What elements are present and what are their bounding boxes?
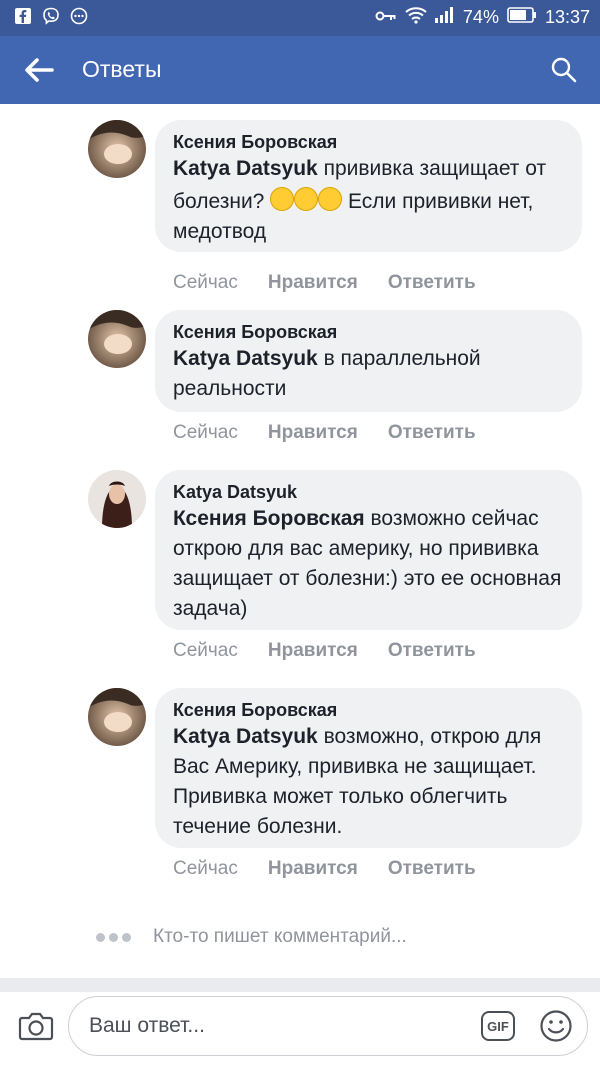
- reply-composer: Ваш ответ... GIF: [0, 992, 600, 1066]
- camera-icon[interactable]: [18, 1010, 54, 1042]
- comment-actions: Сейчас Нравится Ответить: [173, 640, 476, 662]
- comment-text: Ксения Боровская возможно сейчас открою …: [173, 504, 564, 624]
- avatar[interactable]: [88, 120, 146, 178]
- comment-text: Katya Datsyuk прививка защищает от болез…: [173, 154, 564, 247]
- avatar[interactable]: [88, 688, 146, 746]
- like-button[interactable]: Нравится: [268, 272, 358, 294]
- app-bar: Ответы: [0, 36, 600, 104]
- viber-notification-icon: [42, 7, 60, 25]
- typing-indicator: Кто-то пишет комментарий...: [96, 926, 407, 948]
- laughing-tears-emoji-icon: [318, 187, 343, 211]
- mention-link[interactable]: Katya Datsyuk: [173, 157, 318, 180]
- avatar[interactable]: [88, 310, 146, 368]
- comment-timestamp: Сейчас: [173, 858, 238, 879]
- like-button[interactable]: Нравится: [268, 640, 358, 662]
- comment-bubble: Ксения Боровская Katya Datsyuk возможно,…: [155, 688, 582, 848]
- comment-bubble: Ксения Боровская Katya Datsyuk в паралле…: [155, 310, 582, 412]
- mention-link[interactable]: Katya Datsyuk: [173, 725, 318, 748]
- key-icon: [375, 7, 397, 28]
- facebook-notification-icon: [14, 7, 32, 25]
- search-icon[interactable]: [550, 56, 578, 84]
- laughing-tears-emoji-icon: [270, 187, 295, 211]
- reply-button[interactable]: Ответить: [388, 858, 476, 880]
- wifi-icon: [405, 6, 427, 29]
- smiley-icon[interactable]: [539, 1009, 573, 1043]
- page-title: Ответы: [82, 56, 162, 82]
- back-arrow-icon[interactable]: [22, 54, 56, 86]
- comment-text: Katya Datsyuk возможно, открою для Вас А…: [173, 722, 564, 842]
- battery-icon: [507, 7, 537, 28]
- battery-percent: 74%: [462, 7, 499, 27]
- comment-timestamp: Сейчас: [173, 422, 238, 443]
- comment-actions: Сейчас Нравится Ответить: [173, 858, 476, 880]
- comment-actions: Сейчас Нравится Ответить: [173, 272, 476, 294]
- comment-bubble: Katya Datsyuk Ксения Боровская возможно …: [155, 470, 582, 630]
- avatar[interactable]: [88, 470, 146, 528]
- laughing-tears-emoji-icon: [294, 187, 319, 211]
- mention-link[interactable]: Ксения Боровская: [173, 507, 365, 530]
- comment-text: Katya Datsyuk в параллельной реальности: [173, 344, 564, 404]
- gif-button[interactable]: GIF: [481, 1011, 515, 1041]
- divider: [0, 978, 600, 992]
- comment-author[interactable]: Ксения Боровская: [173, 320, 564, 344]
- status-bar: 74% 13:37: [0, 0, 600, 36]
- typing-dot: [122, 932, 131, 942]
- reply-button[interactable]: Ответить: [388, 422, 476, 444]
- typing-dot: [109, 932, 118, 942]
- comment-actions: Сейчас Нравится Ответить: [173, 422, 476, 444]
- comment-author[interactable]: Katya Datsyuk: [173, 480, 564, 504]
- like-button[interactable]: Нравится: [268, 858, 358, 880]
- comment-timestamp: Сейчас: [173, 640, 238, 661]
- like-button[interactable]: Нравится: [268, 422, 358, 444]
- reply-button[interactable]: Ответить: [388, 272, 476, 294]
- replies-list: Ксения Боровская Katya Datsyuk прививка …: [0, 104, 600, 978]
- mention-link[interactable]: Katya Datsyuk: [173, 347, 318, 370]
- comment-timestamp: Сейчас: [173, 272, 238, 293]
- typing-text: Кто-то пишет комментарий...: [153, 926, 407, 947]
- typing-dot: [96, 932, 105, 942]
- reply-input[interactable]: Ваш ответ... GIF: [68, 996, 588, 1056]
- comment-author[interactable]: Ксения Боровская: [173, 130, 564, 154]
- more-notifications-icon: [70, 7, 88, 25]
- reply-input-placeholder: Ваш ответ...: [89, 1014, 205, 1037]
- reply-button[interactable]: Ответить: [388, 640, 476, 662]
- signal-icon: [434, 7, 455, 28]
- comment-bubble: Ксения Боровская Katya Datsyuk прививка …: [155, 120, 582, 252]
- comment-author[interactable]: Ксения Боровская: [173, 698, 564, 722]
- clock: 13:37: [544, 7, 590, 27]
